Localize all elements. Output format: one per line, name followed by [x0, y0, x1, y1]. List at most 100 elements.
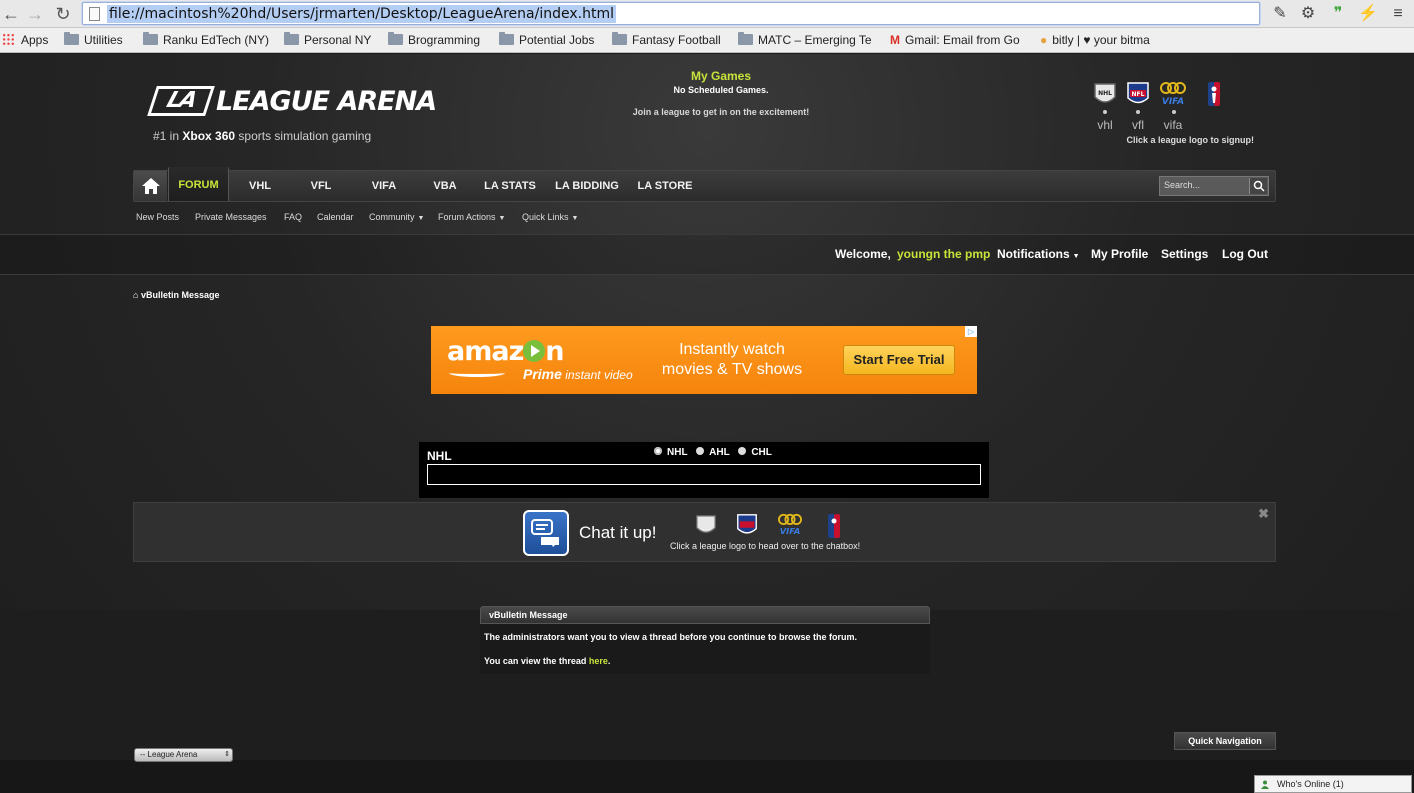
subnav-calendar[interactable]: Calendar	[317, 212, 354, 222]
chat-vba-logo-icon[interactable]	[826, 513, 842, 538]
notifications-menu[interactable]: Notifications ▼	[997, 247, 1080, 261]
gmail-icon: M	[890, 33, 900, 47]
chat-vhl-logo-icon[interactable]	[694, 513, 718, 537]
folder-icon	[612, 32, 627, 45]
vifa-logo-icon[interactable]: VIFA	[1158, 81, 1188, 107]
url-text[interactable]: file://macintosh%20hd/Users/jrmarten/Des…	[107, 5, 616, 23]
my-profile-link[interactable]: My Profile	[1091, 247, 1148, 261]
bookmark-brogramming[interactable]: Brogramming	[388, 32, 480, 49]
search-input[interactable]: Search...	[1159, 176, 1269, 196]
subnav-quick-links-menu[interactable]: Quick Links ▼	[522, 212, 578, 222]
bookmark-potential-jobs[interactable]: Potential Jobs	[499, 32, 594, 49]
my-games-join-text: Join a league to get in on the excitemen…	[632, 107, 810, 117]
my-games-title: My Games	[690, 69, 752, 83]
my-games-panel: My Games No Scheduled Games. Join a leag…	[620, 69, 822, 117]
bookmark-utilities[interactable]: Utilities	[64, 32, 123, 49]
menu-icon[interactable]: ≡	[1388, 4, 1408, 24]
quick-navigation-button[interactable]: Quick Navigation	[1174, 732, 1276, 750]
nav-forum-tab[interactable]: FORUM	[168, 167, 229, 201]
settings-link[interactable]: Settings	[1161, 247, 1208, 261]
prime-label: Prime instant video	[523, 366, 633, 382]
adchoices-icon[interactable]: ▷	[965, 326, 977, 337]
nav-la-stats-tab[interactable]: LA STATS	[480, 171, 540, 201]
vhl-dot	[1103, 110, 1107, 114]
username-link[interactable]: youngn the pmp	[897, 247, 990, 261]
bookmark-personal-ny[interactable]: Personal NY	[284, 32, 371, 49]
folder-icon	[143, 32, 158, 45]
forward-icon[interactable]: →	[24, 3, 46, 25]
subnav-forum-actions-menu[interactable]: Forum Actions ▼	[438, 212, 505, 222]
subnav-new-posts[interactable]: New Posts	[136, 212, 179, 222]
bookmark-bitly[interactable]: ● bitly | ♥ your bitma	[1040, 32, 1174, 49]
scores-widget: NHL NHL AHL CHL	[419, 442, 989, 498]
home-button[interactable]	[134, 171, 168, 201]
nav-vba-tab[interactable]: VBA	[424, 171, 466, 201]
welcome-label: Welcome,	[835, 247, 891, 261]
hangouts-icon[interactable]: ❞	[1328, 4, 1348, 24]
view-thread-link[interactable]: here	[589, 656, 608, 666]
nav-la-store-tab[interactable]: LA STORE	[633, 171, 697, 201]
footer-band	[0, 760, 1414, 793]
log-out-link[interactable]: Log Out	[1222, 247, 1268, 261]
bookmark-gmail[interactable]: M Gmail: Email from Go	[890, 32, 1024, 49]
subnav-private-messages[interactable]: Private Messages	[195, 212, 267, 222]
start-free-trial-button[interactable]: Start Free Trial	[843, 345, 955, 375]
back-icon[interactable]: ←	[0, 3, 22, 25]
vfl-logo-icon[interactable]: NFL	[1125, 81, 1151, 107]
nav-vhl-tab[interactable]: VHL	[238, 171, 282, 201]
radio-chl[interactable]	[738, 447, 747, 455]
chevron-down-icon: ▼	[498, 215, 506, 222]
svg-text:VIFA: VIFA	[1162, 97, 1184, 107]
close-icon[interactable]: ✖	[1258, 506, 1269, 522]
amazon-smile	[449, 369, 505, 377]
bookmark-fantasy-football[interactable]: Fantasy Football	[612, 32, 721, 49]
amazon-prime-ad[interactable]: ▷ amaz n Prime instant video Instantly wa…	[431, 326, 977, 394]
my-games-status: No Scheduled Games.	[673, 85, 769, 95]
nav-la-bidding-tab[interactable]: LA BIDDING	[551, 171, 623, 201]
bookmarks-bar: Apps Utilities Ranku EdTech (NY) Persona…	[0, 28, 1414, 53]
pointer-extension-icon[interactable]: ⚡	[1358, 4, 1378, 24]
bitly-icon: ●	[1040, 33, 1048, 47]
vhl-logo-icon[interactable]: NHL	[1092, 81, 1118, 107]
message-line: The administrators want you to view a th…	[484, 632, 858, 642]
vfl-caption: vfl	[1132, 118, 1144, 132]
home-icon	[142, 178, 160, 194]
folder-icon	[388, 32, 403, 45]
bookmark-ranku[interactable]: Ranku EdTech (NY)	[143, 32, 269, 49]
chat-panel: Chat it up! VIFA Click a league logo to …	[133, 502, 1276, 562]
folder-icon	[738, 32, 753, 45]
home-crumb-icon[interactable]: ⌂	[133, 290, 138, 300]
reload-icon[interactable]: ↻	[52, 3, 74, 25]
league-logo-row: NHL vhl NFL vfl VIFA vifa	[1090, 81, 1260, 141]
whos-online-tab[interactable]: Who's Online (1)	[1254, 775, 1412, 793]
radio-ahl[interactable]	[696, 447, 705, 455]
folder-icon	[499, 32, 514, 45]
chat-vfl-logo-icon[interactable]	[735, 513, 759, 537]
search-icon	[1253, 180, 1265, 192]
vhl-caption: vhl	[1097, 118, 1113, 132]
page-icon	[89, 7, 100, 21]
forum-jump-select[interactable]: -- League Arena ⇕	[134, 748, 233, 762]
radio-nhl[interactable]	[654, 447, 662, 455]
folder-icon	[284, 32, 299, 45]
subnav-community-menu[interactable]: Community ▼	[369, 212, 424, 222]
nav-vifa-tab[interactable]: VIFA	[362, 171, 406, 201]
svg-text:NFL: NFL	[1132, 91, 1145, 98]
chat-bubble-icon[interactable]	[523, 510, 569, 556]
league-arena-logo[interactable]: LA LEAGUE ARENA	[147, 86, 437, 122]
address-bar[interactable]: file://macintosh%20hd/Users/jrmarten/Des…	[82, 2, 1260, 25]
vfl-dot	[1136, 110, 1140, 114]
chat-vifa-logo-icon[interactable]: VIFA	[775, 513, 805, 537]
gear-extension-icon[interactable]: ⚙	[1298, 4, 1318, 24]
site-page: LA LEAGUE ARENA #1 in Xbox 360 sports sim…	[0, 54, 1414, 793]
search-button[interactable]	[1249, 178, 1267, 194]
subnav-faq[interactable]: FAQ	[284, 212, 302, 222]
eyedropper-extension-icon[interactable]: ✎	[1270, 4, 1290, 24]
folder-icon	[64, 32, 79, 45]
nav-vfl-tab[interactable]: VFL	[300, 171, 342, 201]
bookmark-matc[interactable]: MATC – Emerging Te	[738, 32, 876, 49]
bookmark-apps[interactable]: Apps	[2, 32, 48, 49]
vba-logo-icon[interactable]	[1206, 81, 1222, 107]
ad-message: Instantly watch movies & TV shows	[661, 341, 803, 378]
svg-text:VIFA: VIFA	[780, 526, 801, 536]
